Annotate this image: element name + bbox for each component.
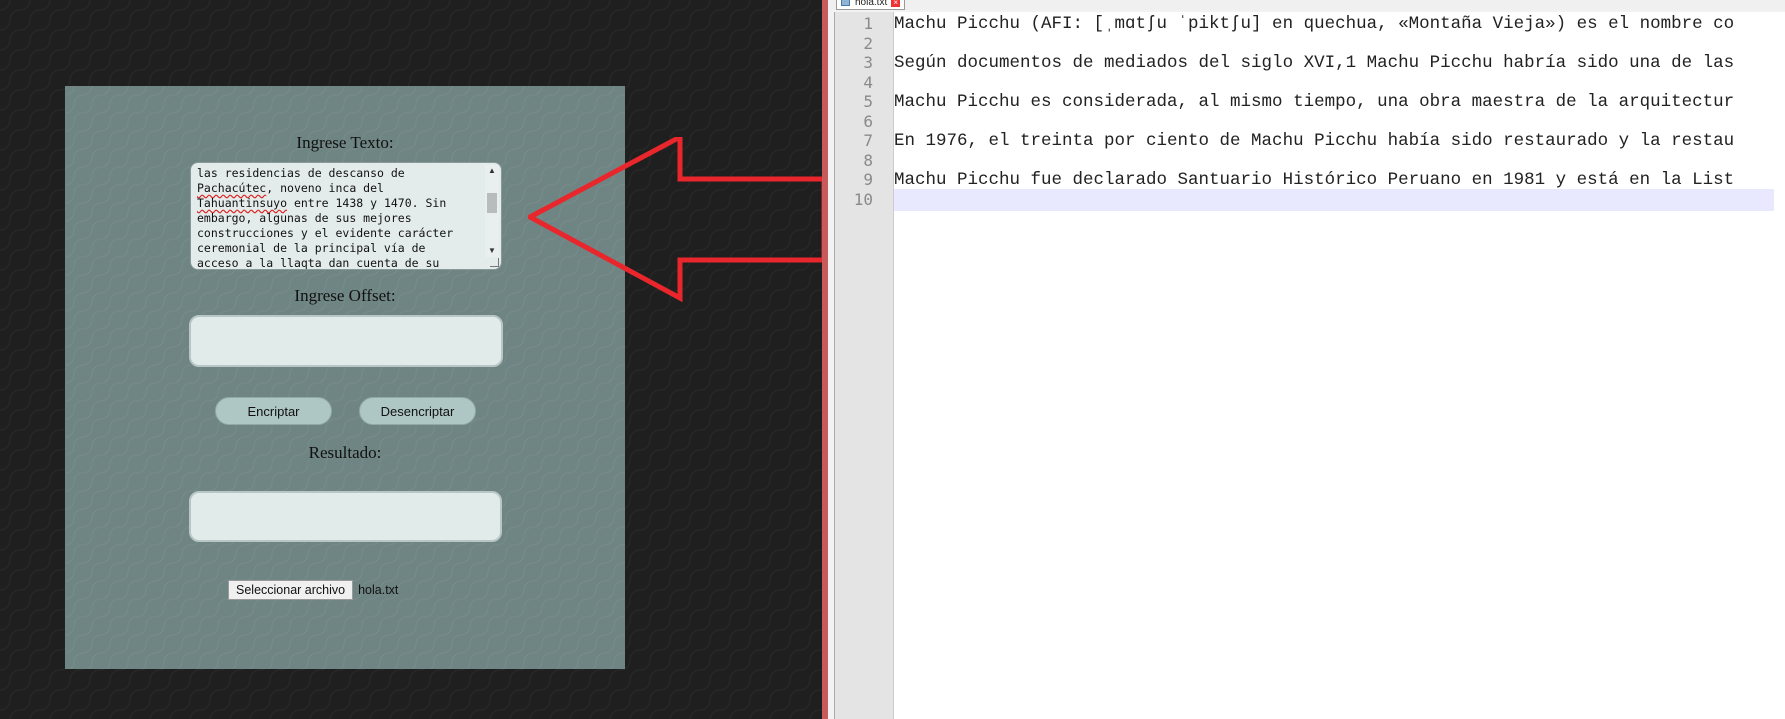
editor-line[interactable]: [894, 189, 1785, 211]
text-fragment: ceremonial de la principal vía de: [197, 241, 426, 255]
text-fragment: las residencias de descanso de: [197, 166, 405, 180]
misspelled-word: llaqta: [280, 256, 322, 270]
scroll-up-arrow-icon[interactable]: ▲: [485, 165, 499, 177]
line-number: 1: [863, 14, 873, 33]
text-fragment: , noveno inca del: [266, 181, 384, 195]
line-number: 10: [853, 189, 873, 209]
text-input-scrollbar[interactable]: ▲ ▼: [485, 165, 499, 257]
tab-hola-txt[interactable]: hola.txt ×: [836, 0, 906, 10]
text-input-content: las residencias de descanso de Pachacútec…: [197, 166, 483, 270]
misspelled-word: Tahuantinsuyo: [197, 196, 288, 210]
text-input-line: acceso a la llaqta dan cuenta de su: [197, 256, 483, 270]
close-icon[interactable]: ×: [891, 0, 901, 7]
text-fragment: entre 1438 y 1470. Sin: [287, 196, 447, 210]
text-input-line: Tahuantinsuyo entre 1438 y 1470. Sin: [197, 196, 483, 211]
text-input-line: construcciones y el evidente carácter: [197, 226, 483, 241]
text-input[interactable]: las residencias de descanso de Pachacútec…: [190, 162, 502, 270]
file-picker: Seleccionar archivo hola.txt: [228, 579, 398, 601]
offset-input[interactable]: [189, 315, 503, 367]
text-input-line: ceremonial de la principal vía de: [197, 241, 483, 256]
line-number: 7: [863, 131, 873, 150]
browser-page: Ingrese Texto: las residencias de descan…: [0, 0, 826, 719]
editor-text-area[interactable]: 1 2 3 4 5 6 7 8 9 10 Machu Picchu (AFI: [ˌmɑtʃu ˈ…: [834, 12, 1785, 719]
scroll-thumb[interactable]: [487, 193, 497, 213]
text-fragment: embargo, algunas de sus mejores: [197, 211, 412, 225]
misspelled-word: Pachacútec: [197, 181, 267, 195]
text-input-line: embargo, algunas de sus mejores: [197, 211, 483, 226]
line-number: 2: [863, 33, 873, 53]
selected-file-name: hola.txt: [358, 583, 399, 597]
line-number: 4: [863, 72, 873, 92]
text-fragment: dan cuenta de su: [321, 256, 440, 270]
line-number: 3: [863, 53, 873, 72]
text-fragment: construcciones y el evidente carácter: [197, 226, 454, 240]
line-number: 5: [863, 92, 873, 111]
select-file-button[interactable]: Seleccionar archivo: [228, 580, 354, 600]
red-arrow-icon: [528, 137, 826, 303]
scroll-down-arrow-icon[interactable]: ▼: [485, 245, 499, 257]
resize-grip-icon[interactable]: [490, 258, 499, 267]
file-icon: [841, 0, 850, 6]
tab-label: hola.txt: [855, 0, 888, 8]
line-number: 8: [863, 150, 873, 170]
text-input-line: Pachacútec, noveno inca del: [197, 181, 483, 196]
text-input-line: las residencias de descanso de: [197, 166, 483, 181]
text-editor-window: hola.txt × 1 2 3 4 5 6 7 8 9 10 Machu Picchu (AFI…: [828, 0, 1785, 719]
decrypt-button[interactable]: Desencriptar: [359, 397, 476, 425]
line-number-gutter: 1 2 3 4 5 6 7 8 9 10: [835, 12, 894, 719]
text-fragment: acceso a la: [197, 256, 281, 270]
encrypt-button[interactable]: Encriptar: [215, 397, 332, 425]
result-label: Resultado:: [308, 443, 382, 462]
red-arrow-shape: [528, 137, 826, 303]
line-number: 9: [863, 170, 873, 189]
editor-tab-bar: hola.txt ×: [828, 0, 1785, 10]
line-number: 6: [863, 111, 873, 131]
result-output[interactable]: [189, 491, 502, 542]
